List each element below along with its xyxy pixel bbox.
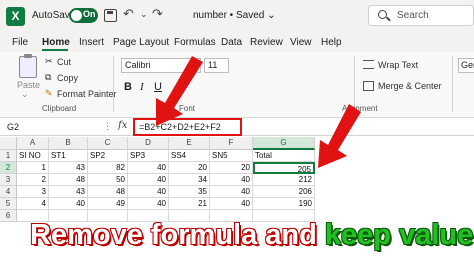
arrow-to-formula [156,56,203,126]
annotation-arrows [156,56,361,168]
arrow-to-total [318,104,361,168]
